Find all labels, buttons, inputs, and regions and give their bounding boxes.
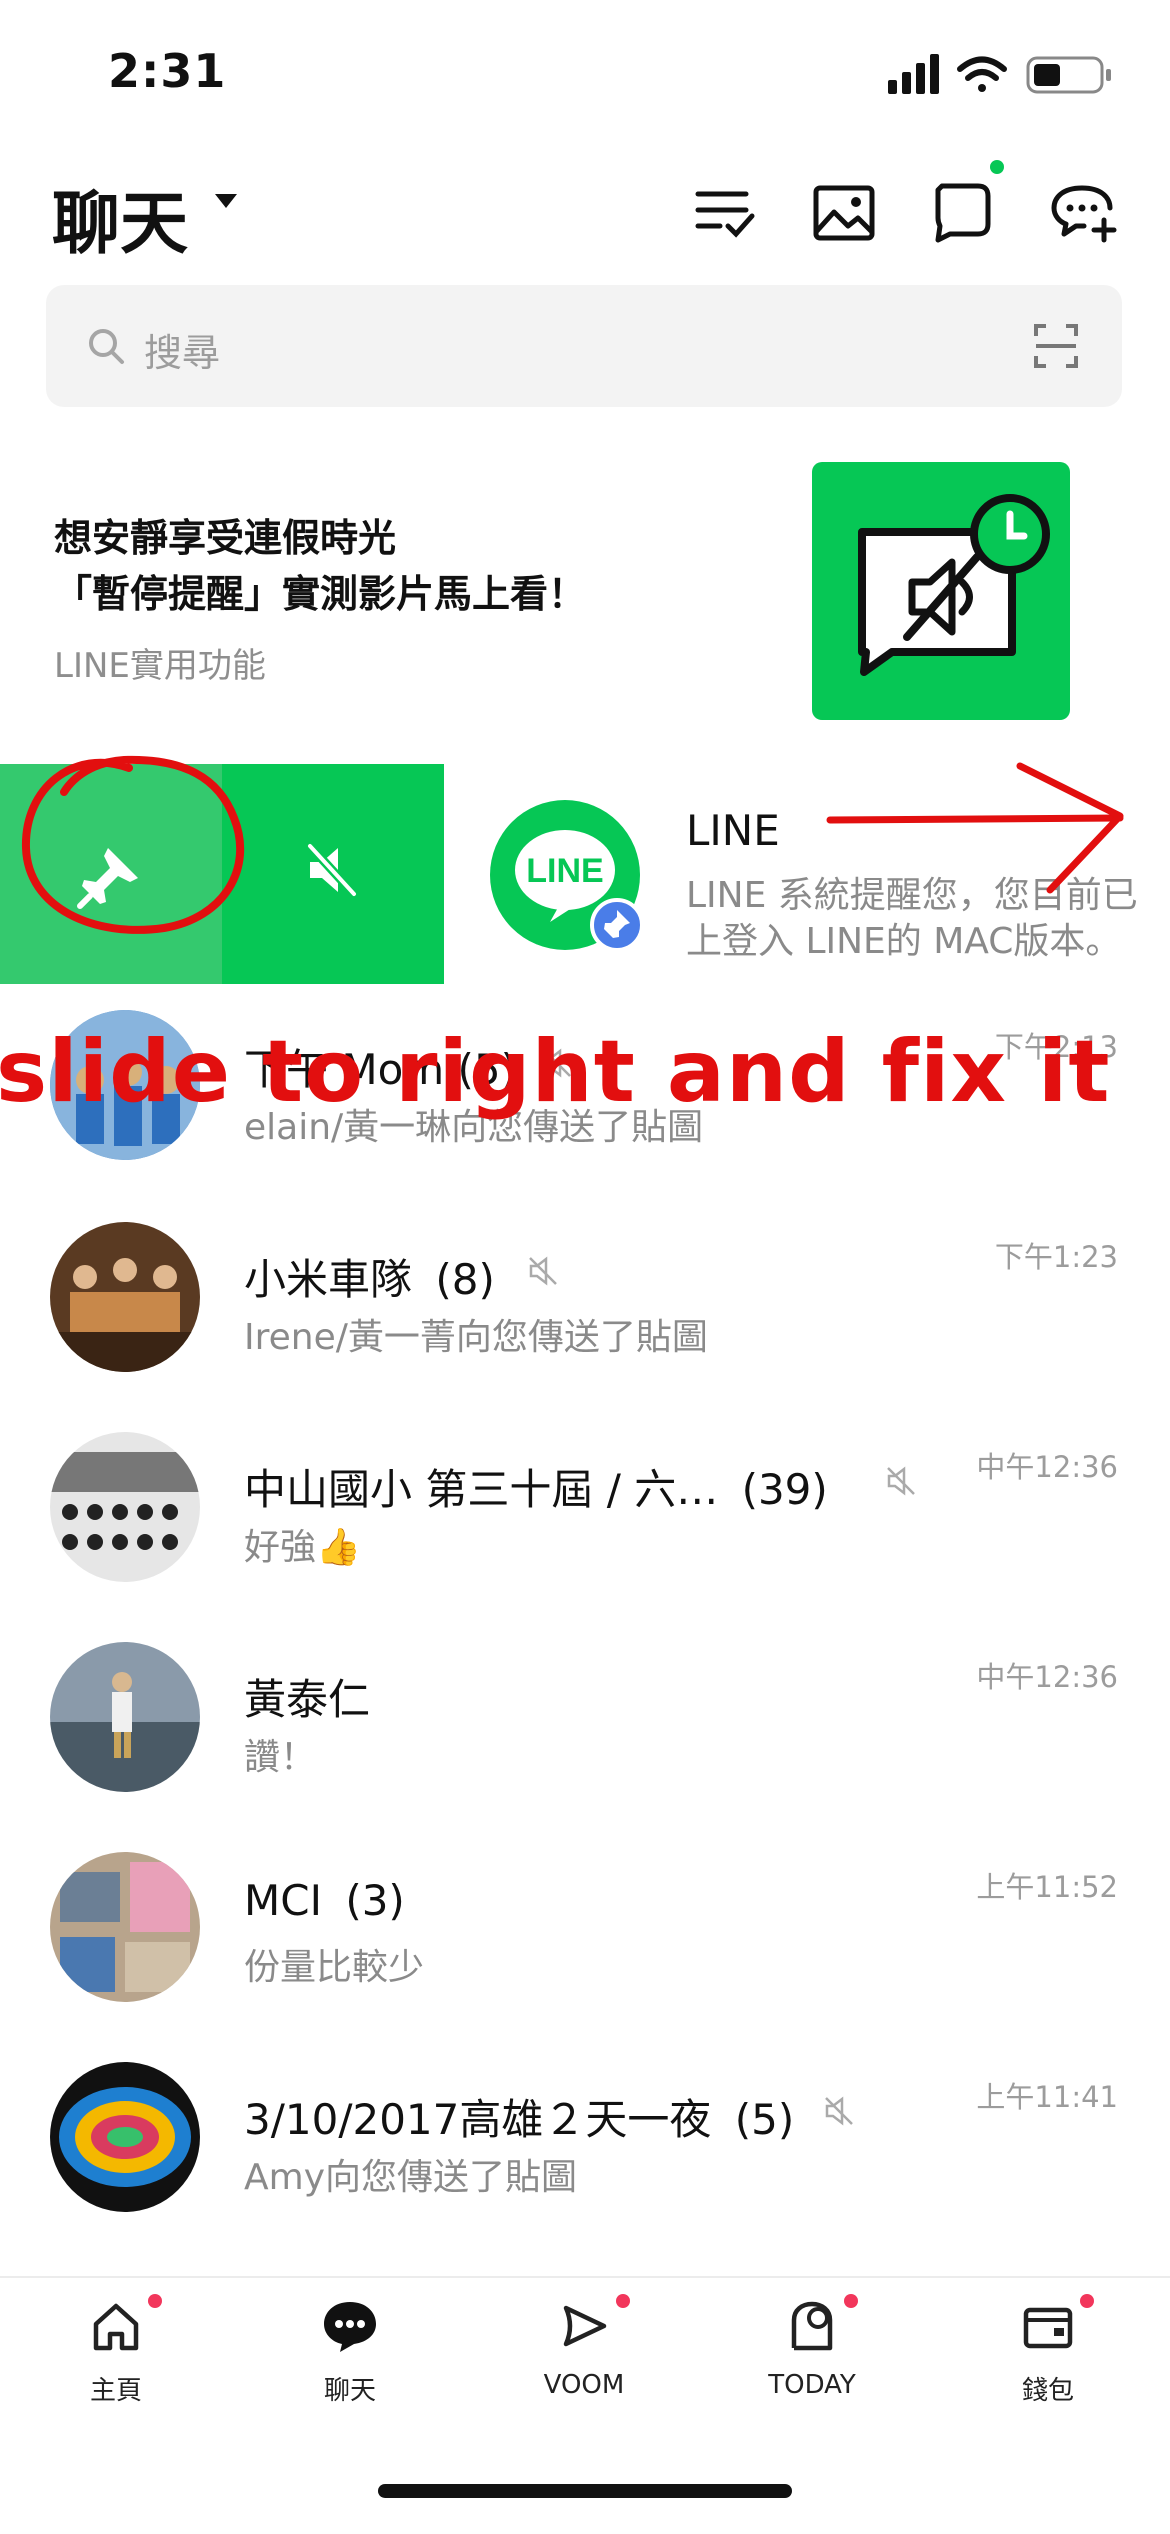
chat-preview: 好強👍 [244, 1527, 361, 1568]
home-icon [93, 2303, 139, 2351]
voom-icon [563, 2305, 607, 2347]
search-input[interactable]: 搜尋 [144, 322, 220, 377]
chat-time: 中午12:36 [976, 1450, 1118, 1484]
badge-dot [1080, 2294, 1094, 2308]
home-indicator[interactable] [378, 2484, 792, 2498]
avatar[interactable] [50, 1432, 200, 1582]
chat-preview: 讚！ [244, 1737, 317, 1778]
chat-name[interactable]: 3/10/2017高雄２天一夜 (5) [244, 2086, 794, 2147]
mute-chat-illustration-icon [858, 494, 1050, 676]
mute-icon [306, 842, 358, 898]
annotation-circle [21, 755, 245, 934]
avatar[interactable] [50, 2062, 200, 2212]
today-icon [791, 2301, 833, 2351]
avatar[interactable] [50, 1852, 200, 2002]
battery-icon [1026, 56, 1111, 94]
chevron-down-icon[interactable] [215, 194, 237, 208]
badge-dot [844, 2294, 858, 2308]
tab-label: 主頁 [89, 2376, 142, 2406]
new-chat-icon[interactable] [1048, 176, 1120, 248]
tab-label: 聊天 [323, 2376, 376, 2406]
scan-icon[interactable] [1032, 322, 1080, 370]
edit-list-icon[interactable] [690, 176, 762, 248]
line-logo-text: LINE [526, 852, 603, 890]
signal-icon [888, 54, 939, 94]
banner-subtitle: LINE實用功能 [54, 646, 266, 686]
chat-name-text: 3/10/2017高雄２天一夜 [244, 2095, 712, 2144]
tab-label: 錢包 [1021, 2376, 1074, 2406]
annotation-text: slide to right and fix it [0, 1022, 1111, 1122]
tab-label: VOOM [543, 2370, 625, 2400]
chat-time: 中午12:36 [976, 1660, 1118, 1694]
chat-time: 上午11:41 [976, 2080, 1118, 2114]
tab-chat[interactable]: 聊天 [260, 2298, 440, 2418]
chat-name[interactable]: 小米車隊 (8) [244, 1246, 495, 1307]
pinned-badge-icon [590, 898, 644, 952]
chat-preview: 上登入 LINE的 MAC版本。 [686, 921, 1122, 962]
tab-label: TODAY [768, 2370, 856, 2400]
status-icons [888, 54, 1111, 94]
chat-name-text: 小米車隊 [244, 1255, 413, 1304]
member-count: (3) [345, 1876, 405, 1925]
avatar[interactable] [50, 1642, 200, 1792]
chat-preview: 份量比較少 [244, 1947, 425, 1988]
muted-icon [529, 1256, 557, 1286]
annotation-arrow [826, 762, 1124, 894]
badge-dot [616, 2294, 630, 2308]
search-icon [89, 329, 124, 364]
wifi-icon [957, 56, 1007, 92]
chat-preview: Amy向您傳送了貼圖 [244, 2157, 578, 2198]
chat-time: 上午11:52 [976, 1870, 1118, 1904]
badge-dot [148, 2294, 162, 2308]
member-count: (8) [435, 1255, 495, 1304]
muted-icon [825, 2096, 853, 2126]
new-indicator-dot [990, 160, 1004, 174]
chat-name[interactable]: 中山國小 第三十屆 / 六… (39) [244, 1456, 828, 1517]
tab-today[interactable]: TODAY [722, 2294, 902, 2418]
banner-title[interactable]: 想安靜享受連假時光 「暫停提醒」實測影片馬上看！ [54, 510, 586, 622]
chat-name[interactable]: 黃泰仁 [244, 1666, 370, 1727]
chat-time: 下午1:23 [994, 1240, 1118, 1274]
chat-name-text: 中山國小 第三十屆 / 六… [244, 1465, 719, 1514]
tab-wallet[interactable]: 錢包 [958, 2294, 1138, 2418]
wallet-icon [1023, 2307, 1073, 2349]
member-count: (39) [741, 1465, 828, 1514]
chat-preview: Irene/黃一菁向您傳送了貼圖 [244, 1317, 708, 1358]
member-count: (5) [734, 2095, 795, 2144]
chat-name-text: MCI [244, 1876, 322, 1925]
album-icon[interactable] [808, 176, 880, 248]
tab-home[interactable]: 主頁 [26, 2294, 206, 2418]
chat-name[interactable]: LINE [686, 806, 780, 855]
chat-bubble-icon [324, 2302, 376, 2352]
openchat-icon[interactable] [928, 176, 1000, 248]
avatar[interactable] [50, 1222, 200, 1372]
tab-voom[interactable]: VOOM [494, 2294, 674, 2418]
page-title[interactable]: 聊天 [52, 168, 188, 267]
status-time: 2:31 [108, 44, 227, 98]
chat-name[interactable]: MCI (3) [244, 1876, 405, 1925]
